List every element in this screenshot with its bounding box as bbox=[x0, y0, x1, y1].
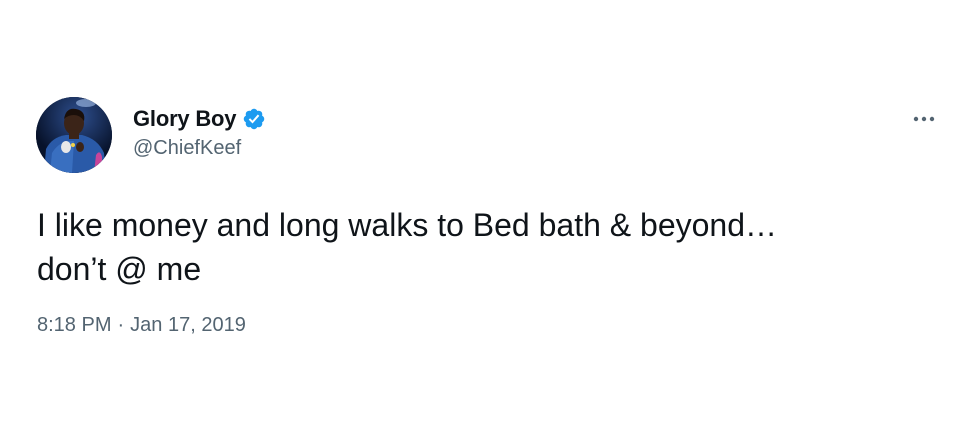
tweet-timestamp[interactable]: 8:18 PM · Jan 17, 2019 bbox=[37, 314, 246, 337]
more-options-icon[interactable] bbox=[909, 107, 939, 131]
author-display-name[interactable]: Glory Boy bbox=[133, 106, 237, 132]
verified-badge-icon bbox=[242, 107, 266, 131]
tweet-card: Glory Boy @ChiefKeef I like money and lo… bbox=[0, 0, 980, 441]
avatar[interactable] bbox=[36, 97, 112, 173]
tweet-text: I like money and long walks to Bed bath … bbox=[37, 207, 777, 287]
timestamp-separator: · bbox=[117, 314, 125, 336]
avatar-image bbox=[36, 97, 112, 173]
author-name-row: Glory Boy bbox=[133, 105, 266, 133]
tweet-time: 8:18 PM bbox=[37, 314, 112, 336]
author-handle[interactable]: @ChiefKeef bbox=[133, 137, 241, 160]
tweet-date: Jan 17, 2019 bbox=[130, 314, 246, 336]
